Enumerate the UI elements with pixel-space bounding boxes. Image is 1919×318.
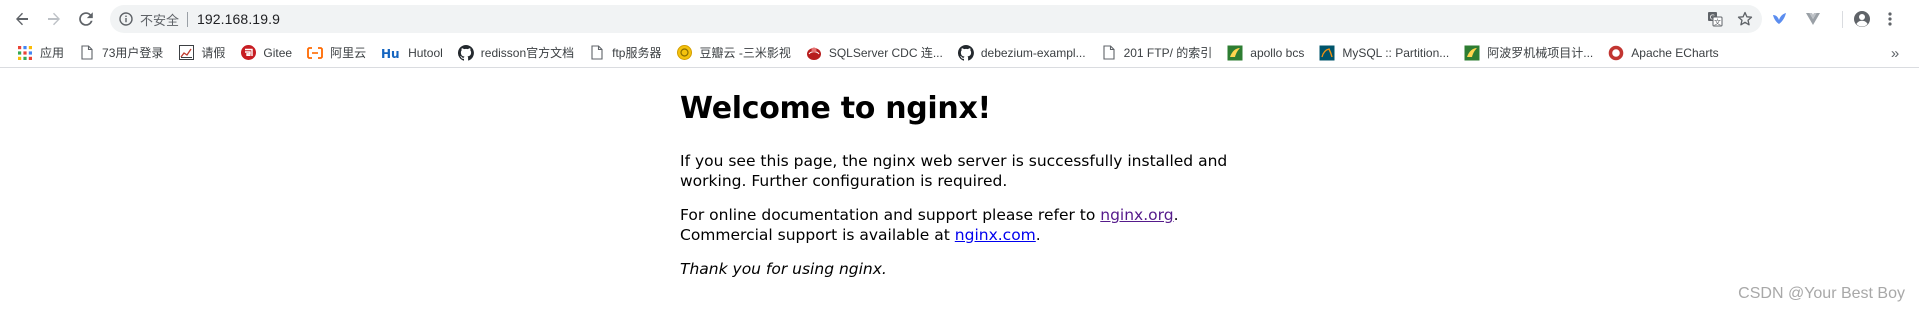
apollo-icon [1464, 45, 1480, 61]
support-message: For online documentation and support ple… [680, 206, 1179, 245]
bookmark-gitee[interactable]: Gitee [235, 41, 297, 65]
commercial-period: . [1035, 225, 1041, 244]
bookmark-ftp-index[interactable]: 201 FTP/ 的索引 [1096, 41, 1218, 65]
reload-icon [78, 11, 94, 27]
install-message: If you see this page, the nginx web serv… [680, 152, 1227, 191]
bookmark-apps[interactable]: 应用 [12, 41, 69, 65]
aliyun-icon [307, 45, 323, 61]
page-icon [589, 45, 605, 61]
docs-text: For online documentation and support ple… [680, 206, 1101, 224]
bookmark-label: MySQL :: Partition... [1342, 45, 1450, 60]
browser-toolbar: 不安全 192.168.19.9 G文 [0, 0, 1919, 38]
github-icon [457, 44, 474, 61]
bookmark-label: redisson官方文档 [480, 46, 575, 60]
bookmark-aliyun[interactable]: 阿里云 [302, 41, 371, 65]
apollo-icon [1227, 45, 1243, 61]
echarts-icon [1608, 45, 1624, 61]
bookmark-hutool[interactable]: Hu Hutool [376, 41, 448, 65]
bookmark-leave[interactable]: 请假 [173, 41, 230, 65]
nginx-org-link[interactable]: nginx.org [1100, 206, 1173, 224]
bookmark-label: Apache ECharts [1631, 45, 1719, 60]
bookmark-label: Hutool [408, 45, 443, 60]
hutool-icon: Hu [381, 45, 401, 61]
bookmark-debezium-examples[interactable]: debezium-exampl... [953, 41, 1091, 65]
apps-grid-icon [17, 45, 33, 61]
back-button[interactable] [7, 4, 37, 34]
toolbar-divider [1842, 11, 1843, 28]
bird-extension-icon[interactable] [1770, 10, 1788, 28]
page-icon [1101, 45, 1117, 61]
bookmark-label: 阿波罗机械项目计... [1487, 46, 1594, 60]
page-viewport: Welcome to nginx! If you see this page, … [0, 69, 1919, 318]
reload-button[interactable] [71, 4, 101, 34]
bookmark-label: 豆瓣云 -三米影视 [699, 46, 791, 60]
gitee-icon [240, 45, 256, 61]
docs-period: . [1173, 206, 1179, 224]
translate-icon[interactable]: G文 [1706, 10, 1724, 28]
svg-text:Hu: Hu [381, 47, 400, 60]
bookmark-label: debezium-exampl... [980, 45, 1086, 60]
profile-area [1853, 5, 1899, 33]
vue-extension-icon[interactable] [1804, 10, 1822, 28]
watermark: CSDN @Your Best Boy [1738, 285, 1905, 302]
bookmark-label: 201 FTP/ 的索引 [1123, 46, 1213, 60]
kebab-menu-icon[interactable] [1881, 10, 1899, 28]
nginx-com-link[interactable]: nginx.com [955, 226, 1036, 244]
bookmark-apollo-bcs[interactable]: apollo bcs [1222, 41, 1309, 65]
bookmark-label: Gitee [263, 45, 293, 60]
account-circle-icon[interactable] [1853, 10, 1871, 28]
svg-text:文: 文 [1714, 17, 1721, 26]
arrow-right-icon [46, 11, 62, 27]
address-bar[interactable]: 不安全 192.168.19.9 G文 [110, 5, 1762, 33]
address-bar-actions: G文 [1706, 5, 1754, 33]
security-status[interactable]: 不安全 [140, 10, 179, 29]
thank-you-message: Thank you for using nginx. [680, 260, 887, 278]
bookmark-label: 阿里云 [330, 46, 367, 60]
extensions-area [1770, 5, 1822, 33]
url-text[interactable]: 192.168.19.9 [197, 11, 280, 27]
bookmarks-bar: 应用 73用户登录 请假 Gitee 阿里云 Hu Hutool redisso… [0, 38, 1919, 68]
bookmark-apollo-machinery[interactable]: 阿波罗机械项目计... [1459, 41, 1598, 65]
bookmark-label: SQLServer CDC 连... [828, 46, 943, 60]
bookmark-mysql-partition[interactable]: MySQL :: Partition... [1314, 41, 1454, 65]
bookmark-73-login[interactable]: 73用户登录 [74, 41, 168, 65]
bookmark-label: 应用 [40, 46, 65, 60]
bookmark-label: 请假 [201, 46, 226, 60]
bookmark-redisson-docs[interactable]: redisson官方文档 [453, 41, 579, 65]
commercial-text: Commercial support is available at [680, 225, 955, 244]
bookmarks-overflow-button[interactable]: » [1883, 41, 1907, 65]
arrow-left-icon [14, 11, 30, 27]
page-icon [79, 45, 95, 61]
chart-icon [178, 45, 194, 61]
install-message-line-1: If you see this page, the nginx web serv… [680, 152, 1228, 170]
star-icon[interactable] [1736, 10, 1754, 28]
address-separator [187, 11, 189, 27]
bookmark-label: 73用户登录 [102, 46, 164, 60]
forward-button[interactable] [39, 4, 69, 34]
bookmark-ftp-server[interactable]: ftp服务器 [584, 41, 666, 65]
bookmark-label: ftp服务器 [612, 46, 662, 60]
bookmark-sqlserver-cdc[interactable]: SQLServer CDC 连... [801, 41, 948, 65]
github-icon [957, 44, 974, 61]
coin-icon [676, 45, 692, 61]
bookmark-apache-echarts[interactable]: Apache ECharts [1603, 41, 1723, 65]
bookmark-label: apollo bcs [1250, 45, 1305, 60]
info-icon[interactable] [119, 12, 133, 26]
install-message-line-2: working. Further configuration is requir… [680, 171, 1008, 190]
page-heading: Welcome to nginx! [680, 91, 991, 126]
bookmark-douban[interactable]: 豆瓣云 -三米影视 [671, 41, 795, 65]
sqlserver-icon [806, 45, 822, 61]
mysql-icon [1319, 45, 1335, 61]
